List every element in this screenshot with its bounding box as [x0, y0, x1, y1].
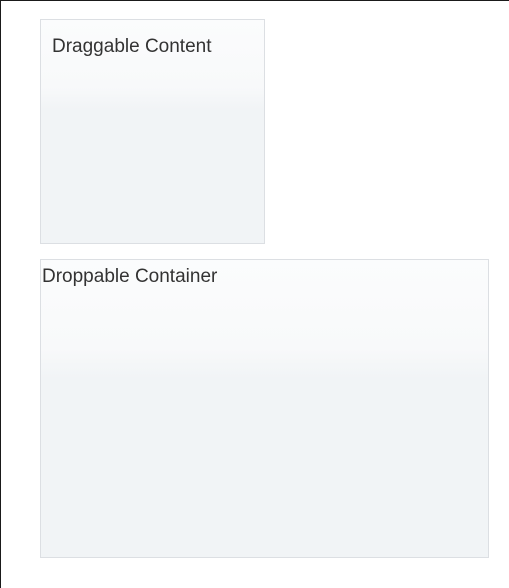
draggable-label: Draggable Content [52, 36, 212, 57]
demo-frame: Draggable Content Droppable Container [0, 0, 509, 588]
draggable-box[interactable]: Draggable Content [40, 19, 265, 244]
droppable-label: Droppable Container [42, 266, 218, 287]
droppable-container[interactable]: Droppable Container [40, 259, 489, 558]
